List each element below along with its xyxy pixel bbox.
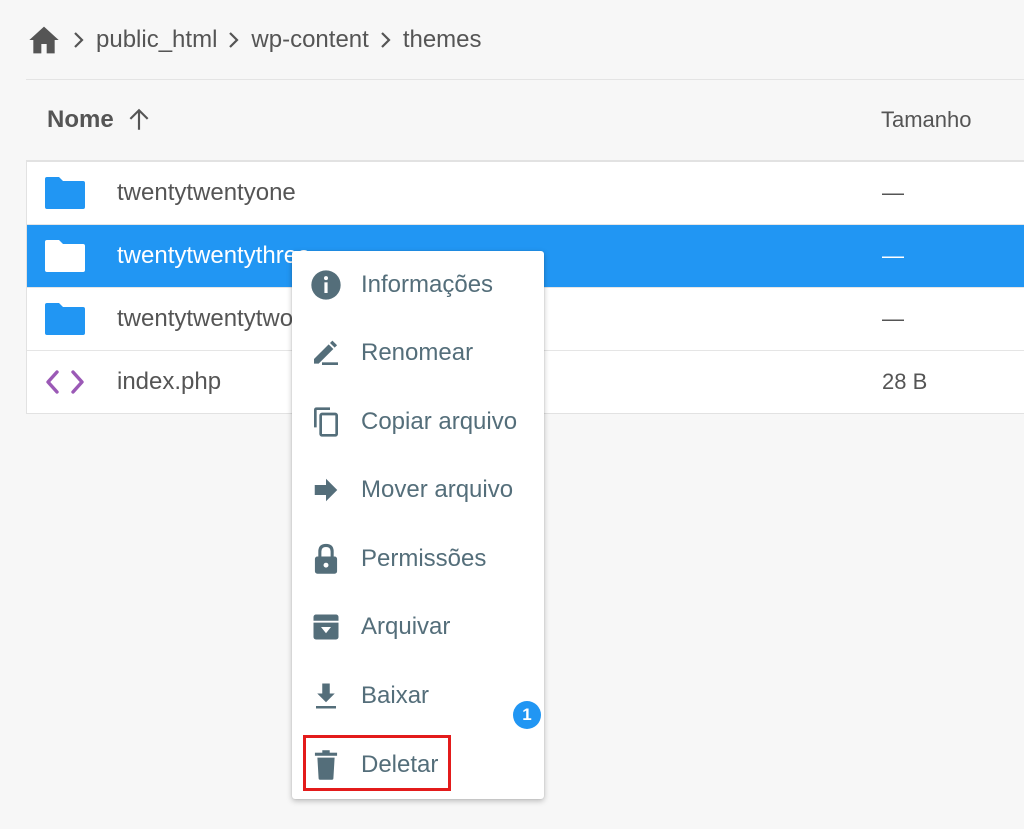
file-name: twentytwentytwo <box>117 305 294 332</box>
table-header: Nome Tamanho <box>26 80 1024 161</box>
menu-item-label: Permissões <box>361 545 487 572</box>
menu-item-permissions[interactable]: Permissões <box>292 525 544 593</box>
breadcrumb-item-themes[interactable]: themes <box>403 26 482 54</box>
copy-icon <box>310 406 342 438</box>
lock-icon <box>310 543 342 575</box>
folder-icon <box>45 177 85 209</box>
menu-item-label: Informações <box>361 271 494 298</box>
menu-item-copy[interactable]: Copiar arquivo <box>292 388 544 456</box>
menu-item-label: Mover arquivo <box>361 476 514 503</box>
menu-item-label: Copiar arquivo <box>361 408 518 435</box>
menu-item-info[interactable]: Informações <box>292 251 544 319</box>
step-badge: 1 <box>513 701 541 729</box>
menu-item-label: Arquivar <box>361 613 451 640</box>
menu-item-move[interactable]: Mover arquivo <box>292 456 544 524</box>
menu-item-rename[interactable]: Renomear <box>292 319 544 387</box>
file-name: twentytwentyone <box>117 179 296 206</box>
size-column-header[interactable]: Tamanho <box>881 80 972 160</box>
delete-highlight-box <box>303 735 451 791</box>
info-icon <box>310 269 342 301</box>
name-header-label: Nome <box>47 106 114 133</box>
menu-item-download[interactable]: Baixar <box>292 662 544 730</box>
chevron-right-icon <box>369 31 403 49</box>
chevron-right-icon <box>217 31 251 49</box>
rename-pen-icon <box>310 337 342 369</box>
file-size: 28 B <box>882 369 928 394</box>
menu-item-label: Renomear <box>361 339 474 366</box>
file-size: — <box>882 243 904 268</box>
home-icon[interactable] <box>26 22 62 58</box>
breadcrumb: public_html wp-content themes <box>26 0 1024 80</box>
file-size: — <box>882 180 904 205</box>
context-menu: Informações Renomear Copiar arquivo Move… <box>292 251 544 799</box>
file-name: index.php <box>117 368 222 395</box>
size-header-label: Tamanho <box>881 107 972 132</box>
archive-icon <box>310 611 342 643</box>
breadcrumb-item-wp-content[interactable]: wp-content <box>251 26 368 54</box>
move-arrow-icon <box>310 474 342 506</box>
menu-item-label: Baixar <box>361 682 430 709</box>
download-icon <box>310 680 342 712</box>
file-size: — <box>882 306 904 331</box>
code-icon <box>46 370 84 394</box>
menu-item-archive[interactable]: Arquivar <box>292 593 544 661</box>
file-name: twentytwentythree <box>117 242 311 269</box>
name-column-header[interactable]: Nome <box>47 80 152 160</box>
folder-icon <box>45 303 85 335</box>
folder-icon <box>45 240 85 272</box>
breadcrumb-item-public-html[interactable]: public_html <box>96 26 217 54</box>
chevron-right-icon <box>62 31 96 49</box>
table-row[interactable]: twentytwentyone — <box>27 162 1024 225</box>
arrow-up-icon <box>129 108 149 130</box>
